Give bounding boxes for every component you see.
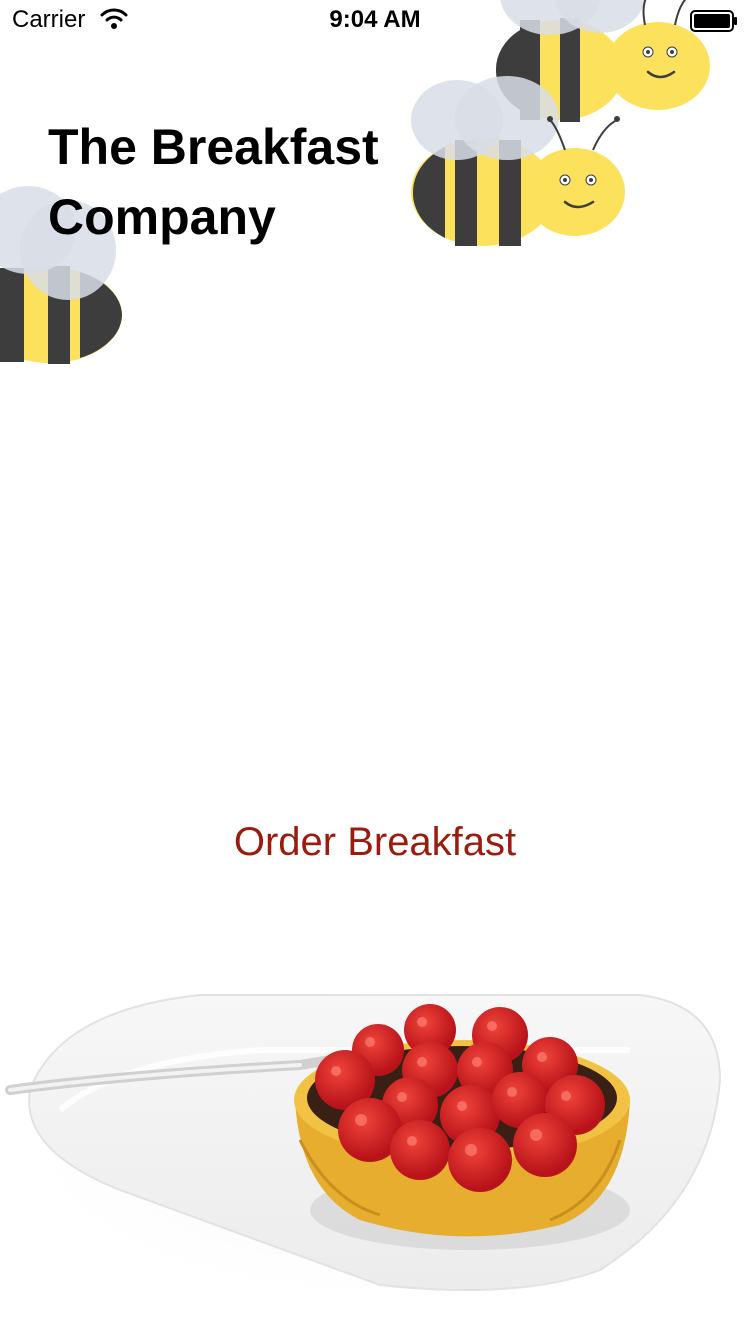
bee-icon bbox=[411, 76, 625, 246]
order-breakfast-button[interactable]: Order Breakfast bbox=[0, 812, 750, 872]
raspberry-tart-photo bbox=[0, 970, 750, 1310]
app-title: The Breakfast Company bbox=[48, 119, 379, 245]
